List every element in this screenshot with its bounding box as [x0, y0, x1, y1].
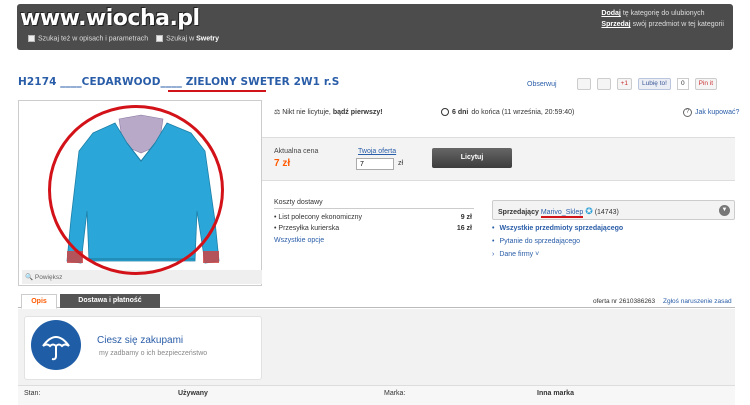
promo-subtitle: my zadbamy o ich bezpieczeństwo — [99, 350, 208, 357]
sell-link[interactable]: Sprzedaj — [601, 21, 630, 28]
state-label: Stan: — [24, 390, 41, 397]
listing-title: H2174 ____CEDARWOOD____ ZIELONY SWETER 2… — [18, 76, 340, 88]
star-icon: ✪ — [585, 206, 593, 216]
category-actions: Dodaj tę kategorię do ulubionych Sprzeda… — [601, 10, 724, 28]
time-left: 6 dni do końca (11 września, 20:59:40) — [441, 108, 574, 116]
how-to-buy[interactable]: ? Jak kupować? — [683, 108, 739, 117]
bid-button[interactable]: Licytuj — [432, 148, 512, 168]
umbrella-icon — [31, 320, 81, 370]
current-price: 7 zł — [274, 158, 291, 169]
facebook-like-button[interactable]: Lubię to! — [638, 78, 671, 90]
facebook-like-count: 0 — [676, 78, 689, 90]
shipping-row: • Przesyłka kurierska 16 zł — [274, 225, 472, 232]
promo-title: Ciesz się zakupami — [97, 335, 184, 346]
tab-delivery[interactable]: Dostawa i płatność — [60, 294, 160, 308]
pinterest-button[interactable]: Pin it — [694, 78, 718, 90]
shipping-row: • List polecony ekonomiczny 9 zł — [274, 214, 472, 221]
title-highlight-underline — [168, 90, 266, 92]
seller-box[interactable]: Sprzedający Marivo_Sklep ✪ (14743) ▼ — [492, 200, 735, 220]
zoom-icon: 🔍 — [25, 274, 34, 281]
search-category-option[interactable]: Szukaj w Swetry — [156, 35, 219, 42]
gplus-button[interactable]: +1 — [616, 78, 632, 90]
offer-input[interactable] — [356, 158, 394, 170]
state-value: Używany — [178, 390, 208, 397]
chevron-down-icon: ˅ — [535, 251, 540, 258]
seller-all-items-link[interactable]: • Wszystkie przedmioty sprzedającego — [492, 225, 623, 232]
company-details-link[interactable]: › Dane firmy ˅ — [492, 251, 539, 258]
current-price-label: Aktualna cena — [274, 148, 319, 155]
email-icon[interactable] — [576, 78, 591, 90]
brand-value: Inna marka — [537, 390, 574, 397]
shipping-divider — [274, 208, 474, 209]
shipping-title: Koszty dostawy — [274, 199, 323, 206]
search-options: Szukaj też w opisach i parametrach Szuka… — [28, 35, 219, 42]
share-actions: Obserwuj +1 Lubię to! 0 Pin it — [527, 78, 718, 90]
tab-description[interactable]: Opis — [21, 294, 57, 309]
report-link[interactable]: Zgłoś naruszenie zasad — [663, 298, 732, 305]
search-descriptions-option[interactable]: Szukaj też w opisach i parametrach — [28, 35, 148, 42]
site-watermark: www.wiocha.pl — [20, 6, 200, 31]
gavel-icon: ⚖ — [274, 109, 281, 116]
checkbox-icon[interactable] — [28, 35, 35, 42]
brand-label: Marka: — [384, 390, 406, 397]
attributes-row — [18, 385, 735, 405]
red-circle-annotation — [48, 105, 224, 275]
offer-number: oferta nr 2610386263 — [593, 298, 656, 305]
bids-info: ⚖ Nikt nie licytuje, bądź pierwszy! — [274, 109, 383, 116]
your-offer-label[interactable]: Twoja oferta — [358, 148, 396, 155]
offer-currency: zł — [398, 160, 404, 167]
seller-rating: (14743) — [594, 209, 619, 216]
all-shipping-options[interactable]: Wszystkie opcje — [274, 237, 324, 244]
clock-icon — [441, 108, 449, 116]
watch-link[interactable]: Obserwuj — [527, 81, 557, 88]
print-icon[interactable] — [596, 78, 611, 90]
ask-seller-link[interactable]: • Pytanie do sprzedającego — [492, 238, 580, 245]
seller-name[interactable]: Marivo_Sklep — [540, 209, 584, 218]
checkbox-icon[interactable] — [156, 35, 164, 42]
question-icon: ? — [683, 108, 692, 117]
add-favorite-link[interactable]: Dodaj — [601, 10, 620, 17]
chevron-down-icon[interactable]: ▼ — [719, 205, 730, 216]
